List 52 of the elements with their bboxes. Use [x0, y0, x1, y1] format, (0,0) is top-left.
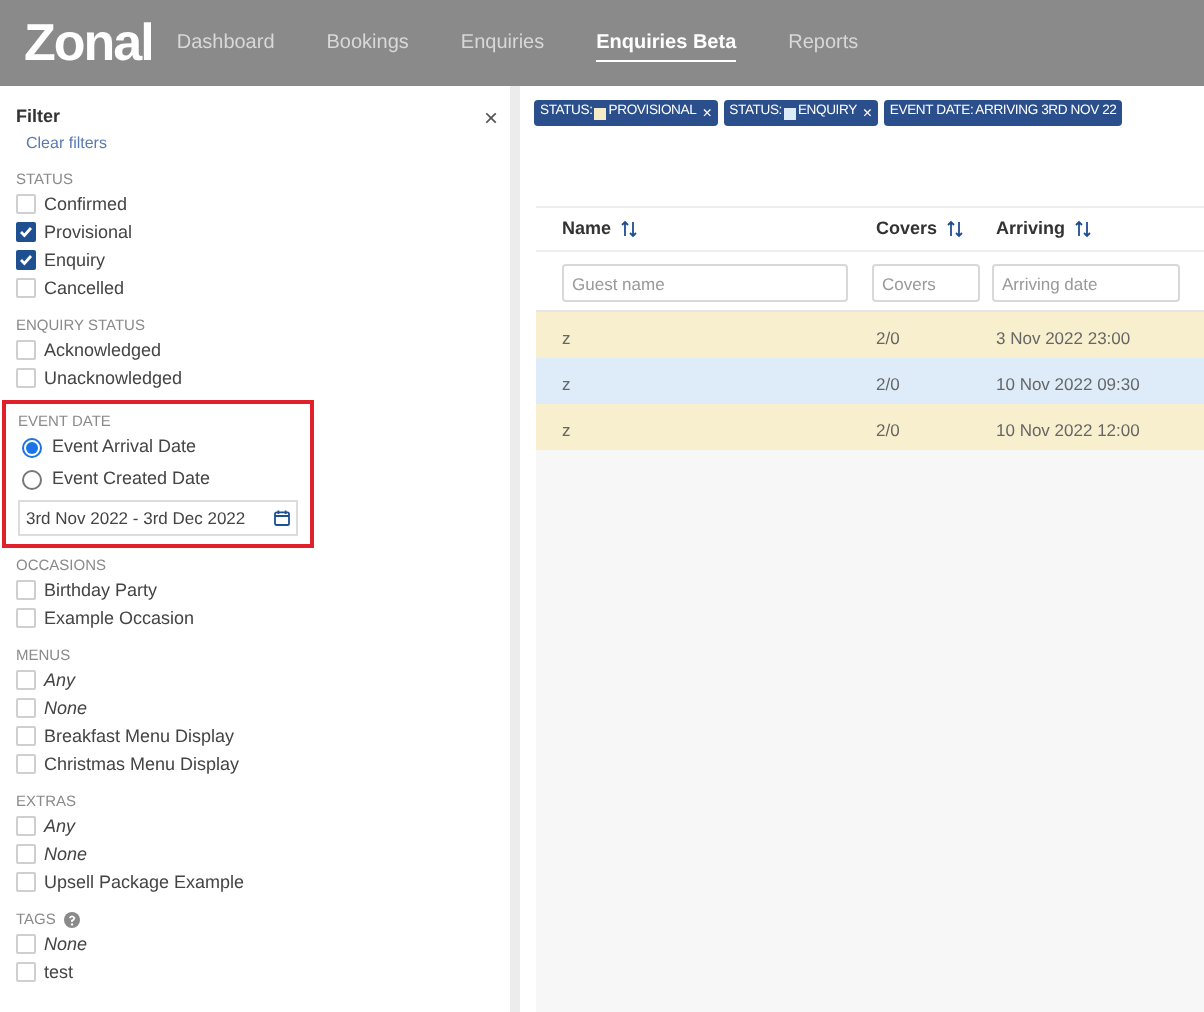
column-filter-input[interactable]: Arriving date	[992, 264, 1180, 302]
option-label: Any	[44, 815, 76, 837]
remove-chip-button[interactable]: ×	[702, 105, 712, 121]
filter-title: Filter	[16, 106, 61, 128]
option-label: Unacknowledged	[44, 367, 183, 389]
table-cell: 3 Nov 2022 23:00	[996, 327, 1131, 347]
option-label: None	[44, 843, 88, 865]
table-cell: 10 Nov 2022 09:30	[996, 373, 1140, 393]
radio-button[interactable]	[22, 438, 42, 458]
option-label: test	[44, 961, 74, 983]
clear-filters-link[interactable]: Clear filters	[26, 134, 107, 154]
remove-chip-button[interactable]: ×	[862, 105, 872, 121]
close-button[interactable]: ×	[483, 106, 498, 130]
table-row[interactable]: z 2/0 10 Nov 2022 12:00	[536, 404, 1204, 450]
option-label: Upsell Package Example	[44, 871, 245, 893]
column-header[interactable]: Arriving	[996, 215, 1066, 243]
table-cell: z	[562, 373, 571, 393]
option-label: Event Created Date	[52, 466, 211, 493]
column-header[interactable]: Covers	[876, 215, 938, 243]
sort-icon[interactable]	[945, 220, 964, 238]
option-label: Breakfast Menu Display	[44, 725, 235, 747]
column-filter-input[interactable]: Covers	[872, 264, 980, 302]
option-label: None	[44, 933, 88, 955]
option-label: Acknowledged	[44, 339, 162, 361]
option-label: Event Arrival Date	[52, 434, 197, 461]
checkbox[interactable]	[16, 222, 36, 242]
option-label: Confirmed	[44, 193, 128, 215]
option-label: Enquiry	[44, 249, 106, 271]
date-range-field[interactable]: 3rd Nov 2022 - 3rd Dec 2022	[18, 500, 298, 536]
table-cell: 2/0	[876, 373, 900, 393]
column-filter-input[interactable]: Guest name	[562, 264, 848, 302]
option-label: Any	[44, 669, 76, 691]
table-row[interactable]: z 2/0 3 Nov 2022 23:00	[536, 312, 1204, 358]
help-icon[interactable]	[63, 912, 80, 928]
radio-button[interactable]	[22, 470, 42, 490]
sort-icon[interactable]	[1073, 220, 1092, 238]
table-cell: 10 Nov 2022 12:00	[996, 419, 1140, 439]
table-cell: z	[562, 327, 571, 347]
table-row[interactable]: z 2/0 10 Nov 2022 09:30	[536, 358, 1204, 404]
sort-icon[interactable]	[619, 220, 638, 238]
option-label: Birthday Party	[44, 579, 158, 601]
column-header[interactable]: Name	[562, 215, 612, 243]
table-cell: 2/0	[876, 419, 900, 439]
table-cell: z	[562, 419, 571, 439]
checkbox[interactable]	[16, 250, 36, 270]
table-cell: 2/0	[876, 327, 900, 347]
option-label: Christmas Menu Display	[44, 753, 240, 775]
option-label: Provisional	[44, 221, 133, 243]
option-label: Example Occasion	[44, 607, 195, 629]
option-label: None	[44, 697, 88, 719]
option-label: Cancelled	[44, 277, 125, 299]
calendar-icon[interactable]	[274, 510, 290, 526]
